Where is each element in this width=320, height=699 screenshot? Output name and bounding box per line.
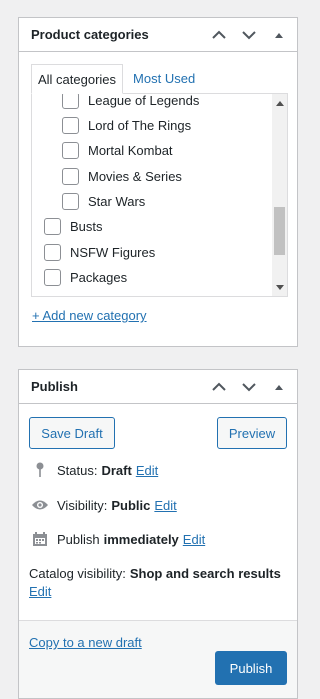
publish-footer: Copy to a new draft Publish	[19, 620, 297, 698]
scrollbar[interactable]	[272, 94, 287, 296]
chevron-down-icon[interactable]	[239, 377, 259, 397]
catalog-label: Catalog visibility:	[29, 566, 126, 581]
category-label: Lord of The Rings	[88, 117, 192, 133]
copy-to-draft-link[interactable]: Copy to a new draft	[29, 635, 142, 650]
triangle-up-icon[interactable]	[269, 25, 289, 45]
add-new-category-link[interactable]: + Add new category	[32, 308, 147, 323]
category-label: Busts	[70, 218, 103, 234]
panel-header: Product categories	[19, 18, 297, 52]
category-label: NSFW Figures	[70, 244, 156, 260]
chevron-down-icon[interactable]	[239, 25, 259, 45]
chevron-up-icon[interactable]	[209, 25, 229, 45]
preview-button[interactable]: Preview	[217, 417, 287, 449]
status-label: Status:	[57, 462, 98, 478]
visibility-value: Public	[111, 497, 151, 513]
checkbox[interactable]	[44, 243, 61, 261]
publish-panel: Publish Save Draft Preview Status: Draft…	[18, 369, 298, 699]
visibility-label: Visibility:	[57, 497, 108, 513]
category-label: Packages	[70, 269, 128, 285]
chevron-up-icon[interactable]	[209, 377, 229, 397]
panel-title: Publish	[31, 379, 78, 394]
category-label: Mortal Kombat	[88, 142, 173, 158]
publish-edit-link[interactable]: Edit	[183, 532, 205, 547]
panel-header: Publish	[19, 370, 297, 404]
list-item[interactable]: Star Wars	[62, 190, 145, 212]
checkbox[interactable]	[62, 167, 79, 185]
category-label: Movies & Series	[88, 168, 182, 184]
list-item[interactable]: Packages	[44, 266, 127, 288]
tab-most-used[interactable]: Most Used	[123, 64, 201, 94]
calendar-icon	[31, 530, 49, 548]
checkbox[interactable]	[44, 268, 61, 286]
publish-value: immediately	[103, 531, 179, 547]
category-label: League of Legends	[88, 93, 200, 108]
save-draft-button[interactable]: Save Draft	[29, 417, 115, 449]
list-item[interactable]: Lord of The Rings	[62, 114, 191, 136]
status-edit-link[interactable]: Edit	[136, 463, 158, 478]
list-item[interactable]: League of Legends	[62, 93, 200, 111]
pin-icon	[31, 461, 49, 479]
checkbox[interactable]	[62, 192, 79, 210]
list-item[interactable]: Movies & Series	[62, 165, 182, 187]
product-categories-panel: Product categories All categories Most U…	[18, 17, 298, 347]
visibility-edit-link[interactable]: Edit	[154, 498, 176, 513]
tab-all-categories[interactable]: All categories	[31, 64, 124, 94]
status-value: Draft	[101, 462, 132, 478]
scroll-up-arrow-icon[interactable]	[272, 96, 287, 110]
list-item[interactable]: Mortal Kombat	[62, 139, 173, 161]
publish-time-row: Publish immediately Edit	[31, 530, 205, 548]
eye-icon	[31, 496, 49, 514]
scrollbar-thumb[interactable]	[274, 207, 285, 255]
triangle-up-icon[interactable]	[269, 377, 289, 397]
category-checklist[interactable]: League of Legends Lord of The Rings Mort…	[31, 93, 288, 297]
visibility-row: Visibility: Public Edit	[31, 496, 177, 514]
checkbox[interactable]	[62, 94, 79, 109]
publish-label: Publish	[57, 531, 100, 547]
catalog-visibility-row: Catalog visibility: Shop and search resu…	[29, 566, 281, 581]
catalog-edit-link[interactable]: Edit	[29, 584, 51, 599]
panel-title: Product categories	[31, 27, 149, 42]
scroll-down-arrow-icon[interactable]	[272, 280, 287, 294]
list-item[interactable]: NSFW Figures	[44, 241, 155, 263]
list-item[interactable]: Busts	[44, 215, 103, 237]
checkbox[interactable]	[62, 116, 79, 134]
checkbox[interactable]	[62, 141, 79, 159]
catalog-value: Shop and search results	[129, 566, 281, 581]
publish-button[interactable]: Publish	[215, 651, 287, 685]
checkbox[interactable]	[44, 217, 61, 235]
status-row: Status: Draft Edit	[31, 461, 158, 479]
category-label: Star Wars	[88, 193, 146, 209]
